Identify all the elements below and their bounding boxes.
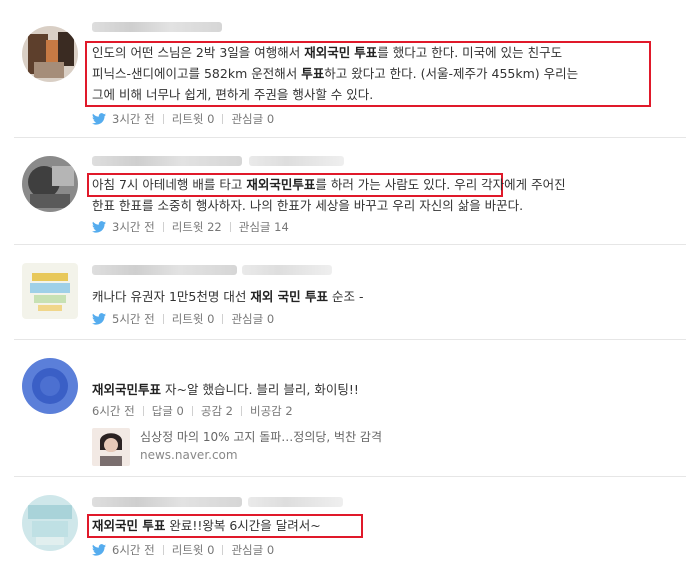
blurred-username [92, 156, 242, 166]
post-line: 캐나다 유권자 1만5천명 대선 재외 국민 투표 순조 - [92, 289, 364, 304]
post-meta: 6시간 전 리트윗 0 관심글 0 [92, 541, 274, 559]
twitter-bird-icon [92, 113, 106, 125]
favorite-count[interactable]: 관심글 14 [239, 219, 289, 235]
post-item: 재외국민투표 자~알 했습니다. 블리 블리, 화이팅!! 6시간 전 답글 0… [14, 340, 686, 477]
timestamp[interactable]: 3시간 전 [112, 219, 155, 235]
news-source: news.naver.com [140, 448, 238, 462]
blurred-handle [242, 265, 332, 275]
post-meta: 5시간 전 리트윗 0 관심글 0 [92, 310, 274, 328]
post-item: 아침 7시 아테네행 배를 타고 재외국민투표를 하러 가는 사람도 있다. 우… [14, 138, 686, 245]
like-count[interactable]: 공감 2 [201, 403, 233, 419]
avatar[interactable] [22, 156, 78, 212]
news-thumbnail [92, 428, 130, 466]
post-line: 재외국민투표 자~알 했습니다. 블리 블리, 화이팅!! [92, 382, 359, 397]
avatar[interactable] [22, 263, 78, 319]
post-meta: 6시간 전 답글 0 공감 2 비공감 2 [92, 402, 293, 420]
post-item: 재외국민 투표 완료!!왕복 6시간을 달려서~ 6시간 전 리트윗 0 관심글… [14, 477, 686, 577]
post-line: 아침 7시 아테네행 배를 타고 재외국민투표를 하러 가는 사람도 있다. 우… [92, 177, 566, 192]
blurred-username [92, 265, 237, 275]
post-meta: 3시간 전 리트윗 22 관심글 14 [92, 218, 289, 236]
blurred-username [92, 22, 222, 32]
favorite-count[interactable]: 관심글 0 [231, 111, 274, 127]
twitter-bird-icon [92, 544, 106, 556]
post-meta: 3시간 전 리트윗 0 관심글 0 [92, 110, 274, 128]
post-text: 아침 7시 아테네행 배를 타고 재외국민투표를 하러 가는 사람도 있다. 우… [92, 174, 676, 216]
favorite-count[interactable]: 관심글 0 [231, 311, 274, 327]
twitter-bird-icon [92, 313, 106, 325]
post-line: 피닉스-샌디에이고를 582km 운전해서 투표하고 왔다고 한다. (서울-제… [92, 66, 579, 81]
post-item: 인도의 어떤 스님은 2박 3일을 여행해서 재외국민 투표를 했다고 한다. … [14, 8, 686, 138]
news-link-card[interactable]: 심상정 마의 10% 고지 돌파…정의당, 벅찬 감격 news.naver.c… [92, 428, 492, 468]
blurred-handle [249, 156, 344, 166]
timestamp[interactable]: 3시간 전 [112, 111, 155, 127]
avatar[interactable] [22, 358, 78, 414]
dislike-count[interactable]: 비공감 2 [250, 403, 293, 419]
avatar[interactable] [22, 495, 78, 551]
post-text: 재외국민 투표 완료!!왕복 6시간을 달려서~ [92, 515, 676, 536]
post-line: 재외국민 투표 완료!!왕복 6시간을 달려서~ [92, 518, 321, 533]
social-feed: 인도의 어떤 스님은 2박 3일을 여행해서 재외국민 투표를 했다고 한다. … [0, 0, 700, 582]
retweet-count[interactable]: 리트윗 0 [172, 311, 215, 327]
news-title[interactable]: 심상정 마의 10% 고지 돌파…정의당, 벅찬 감격 [140, 428, 382, 445]
blurred-handle [248, 497, 343, 507]
timestamp[interactable]: 6시간 전 [92, 403, 135, 419]
favorite-count[interactable]: 관심글 0 [231, 542, 274, 558]
retweet-count[interactable]: 리트윗 22 [172, 219, 222, 235]
retweet-count[interactable]: 리트윗 0 [172, 542, 215, 558]
post-text: 캐나다 유권자 1만5천명 대선 재외 국민 투표 순조 - [92, 286, 676, 307]
avatar[interactable] [22, 26, 78, 82]
timestamp[interactable]: 6시간 전 [112, 542, 155, 558]
post-line: 그에 비해 너무나 쉽게, 편하게 주권을 행사할 수 있다. [92, 87, 374, 102]
post-item: 캐나다 유권자 1만5천명 대선 재외 국민 투표 순조 - 5시간 전 리트윗… [14, 245, 686, 340]
timestamp[interactable]: 5시간 전 [112, 311, 155, 327]
retweet-count[interactable]: 리트윗 0 [172, 111, 215, 127]
reply-count[interactable]: 답글 0 [152, 403, 184, 419]
post-text: 인도의 어떤 스님은 2박 3일을 여행해서 재외국민 투표를 했다고 한다. … [92, 42, 676, 105]
twitter-bird-icon [92, 221, 106, 233]
blurred-username [92, 497, 242, 507]
post-line: 한표 한표를 소중히 행사하자. 나의 한표가 세상을 바꾸고 우리 자신의 삶… [92, 198, 524, 213]
post-text: 재외국민투표 자~알 했습니다. 블리 블리, 화이팅!! [92, 379, 676, 400]
post-line: 인도의 어떤 스님은 2박 3일을 여행해서 재외국민 투표를 했다고 한다. … [92, 45, 563, 60]
